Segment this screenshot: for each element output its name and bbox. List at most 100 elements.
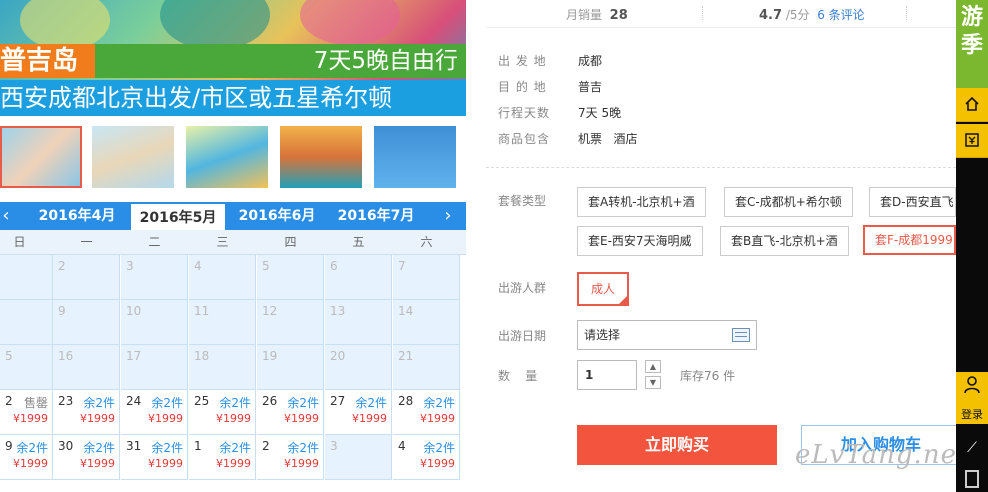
package-option-b[interactable]: 套B直飞-北京机+酒 (720, 226, 849, 256)
month-tab-jun[interactable]: 2016年6月 (230, 202, 324, 230)
calendar-day-cell[interactable]: 28 余2件 ¥1999 (393, 390, 460, 435)
calendar-day-cell[interactable]: 2 售罄 ¥1999 (0, 390, 53, 435)
day-price: ¥1999 (420, 412, 455, 425)
calendar-day-cell[interactable]: 26 余2件 ¥1999 (257, 390, 324, 435)
season-badge[interactable]: 游季 (956, 0, 988, 88)
sidebar-login-button[interactable]: 登录 (956, 372, 988, 424)
info-key: 目 的 地 (498, 80, 547, 94)
quantity-increment-icon[interactable]: ▲ (645, 360, 661, 373)
package-option-f[interactable]: 套F-成都1999 (863, 225, 956, 255)
weekday-label: 二 (148, 235, 161, 249)
login-label: 登录 (961, 408, 983, 421)
calendar-day-cell: 6 (325, 255, 392, 300)
window-icon[interactable] (965, 470, 979, 488)
calendar-day-cell: 19 (257, 345, 324, 390)
calendar-day-cell[interactable]: 31 余2件 ¥1999 (121, 435, 188, 480)
sidebar-home-button[interactable] (956, 88, 988, 122)
day-number: 2 (262, 439, 270, 453)
thumbnail-1[interactable] (0, 126, 82, 188)
date-placeholder: 请选择 (584, 328, 621, 342)
stats-divider (906, 6, 907, 20)
month-tab-apr[interactable]: 2016年4月 (30, 202, 124, 230)
info-value: 7天 5晚 (578, 106, 622, 120)
info-value: 机票 酒店 (578, 132, 638, 146)
calendar-day-cell[interactable]: 30 余2件 ¥1999 (53, 435, 120, 480)
calendar-day-cell[interactable]: 4 余2件 ¥1999 (393, 435, 460, 480)
day-stock: 余2件 (83, 396, 115, 410)
crowd-label: 出游人群 (498, 281, 547, 295)
weekday-label: 日 (13, 235, 26, 249)
rating-value: 4.7 (759, 8, 783, 23)
sidebar-coupon-button[interactable] (956, 124, 988, 158)
day-price: ¥1999 (80, 457, 115, 470)
day-number: 24 (126, 394, 142, 408)
calendar-day-cell: 3 (121, 255, 188, 300)
day-price: ¥1999 (216, 412, 251, 425)
calendar-day-cell[interactable]: 2 余2件 ¥1999 (257, 435, 324, 480)
day-number: 3 (126, 259, 134, 273)
month-tab-jul[interactable]: 2016年7月 (329, 202, 423, 230)
info-key: 出 发 地 (498, 54, 547, 68)
day-number: 5 (262, 259, 270, 273)
day-stock: 余2件 (83, 441, 115, 455)
calendar-day-cell: 7 (393, 255, 460, 300)
day-number: 12 (262, 304, 278, 318)
quantity-label: 数 量 (498, 369, 538, 383)
calendar-day-cell: 16 (53, 345, 120, 390)
calendar-day-cell[interactable]: 1 余2件 ¥1999 (189, 435, 256, 480)
thumbnail-5[interactable] (374, 126, 456, 188)
calendar-day-cell[interactable]: 25 余2件 ¥1999 (189, 390, 256, 435)
reviews-link[interactable]: 6 条评论 (817, 8, 864, 22)
collapse-icon[interactable]: ⟋ (956, 440, 988, 464)
thumbnail-4[interactable] (280, 126, 362, 188)
quantity-decrement-icon[interactable]: ▼ (645, 376, 661, 389)
day-number: 4 (398, 439, 406, 453)
user-icon (964, 376, 980, 394)
calendar-day-cell[interactable]: 23 余2件 ¥1999 (53, 390, 120, 435)
package-option-a[interactable]: 套A转机-北京机+酒 (577, 187, 706, 217)
thumbnail-2[interactable] (92, 126, 174, 188)
next-month-icon[interactable]: › (440, 202, 456, 230)
weekday-label: 五 (352, 235, 365, 249)
date-picker-input[interactable]: 请选择 (577, 320, 757, 350)
quantity-input[interactable]: 1 (577, 360, 637, 390)
stock-count: 库存76 件 (680, 369, 736, 383)
day-price: ¥1999 (148, 412, 183, 425)
package-option-d[interactable]: 套D-西安直飞 (869, 187, 956, 217)
calendar-day-cell[interactable]: 27 余2件 ¥1999 (325, 390, 392, 435)
calendar-day-cell: 10 (121, 300, 188, 345)
calendar-day-cell[interactable]: 9 余2件 ¥1999 (0, 435, 53, 480)
day-number: 31 (126, 439, 142, 453)
calendar-icon[interactable] (732, 328, 750, 342)
calendar-day-cell: 5 (0, 345, 53, 390)
coupon-icon (965, 133, 979, 147)
banner-title: 普吉岛 (0, 46, 79, 76)
buy-now-button[interactable]: 立即购买 (577, 425, 777, 465)
calendar-day-cell: 21 (393, 345, 460, 390)
day-stock: 售罄 (23, 396, 48, 410)
stats-divider (702, 6, 703, 20)
day-number: 27 (330, 394, 346, 408)
calendar-day-cell: 9 (53, 300, 120, 345)
prev-month-icon[interactable]: ‹ (0, 202, 14, 230)
product-banner: 普吉岛 7天5晚自由行 西安成都北京出发/市区或五星希尔顿 (0, 0, 466, 116)
weekday-label: 三 (216, 235, 229, 249)
day-number: 7 (398, 259, 406, 273)
day-price: ¥1999 (216, 457, 251, 470)
info-value: 普吉 (578, 80, 603, 94)
month-tab-may[interactable]: 2016年5月 (131, 204, 225, 232)
calendar-day-cell[interactable]: 24 余2件 ¥1999 (121, 390, 188, 435)
package-label: 套餐类型 (498, 194, 547, 208)
thumbnail-3[interactable] (186, 126, 268, 188)
package-option-c[interactable]: 套C-成都机+希尔顿 (724, 187, 853, 217)
product-detail-panel: 月销量 28 4.7 /5分 6 条评论 出 发 地 成都 目 的 地 普吉 行程天… (486, 0, 961, 492)
crowd-option-adult[interactable]: 成人 (577, 272, 629, 306)
calendar-day-cell: 12 (257, 300, 324, 345)
product-stats: 月销量 28 4.7 /5分 6 条评论 (486, 0, 956, 28)
day-number: 5 (5, 349, 13, 363)
info-key: 行程天数 (498, 106, 551, 120)
package-option-e[interactable]: 套E-西安7天海明威 (577, 226, 703, 256)
banner-strip: 西安成都北京出发/市区或五星希尔顿 (0, 80, 466, 116)
calendar-day-cell: 2 (53, 255, 120, 300)
day-number: 18 (194, 349, 210, 363)
